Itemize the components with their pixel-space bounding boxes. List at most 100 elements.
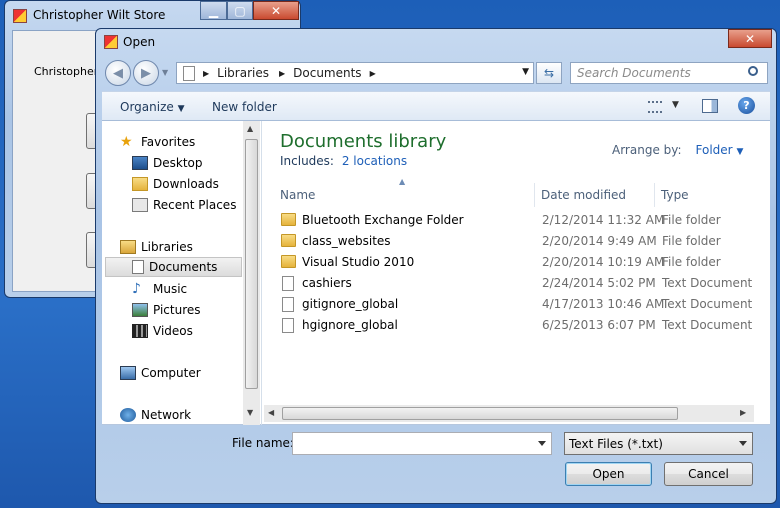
- nav-label: Downloads: [153, 177, 219, 191]
- horizontal-scrollbar[interactable]: ◀ ▶: [264, 405, 754, 422]
- breadcrumb-libraries[interactable]: Libraries: [217, 66, 269, 80]
- scroll-right-icon[interactable]: ▶: [740, 408, 746, 417]
- background-window-title: Christopher Wilt Store: [33, 8, 166, 22]
- file-date: 2/12/2014 11:32 AM: [542, 213, 665, 227]
- hscroll-thumb[interactable]: [282, 407, 678, 420]
- nav-label: Documents: [149, 260, 218, 274]
- videos-icon: [132, 324, 148, 338]
- recent-pages-chevron-icon[interactable]: ▼: [162, 68, 168, 77]
- minimize-button[interactable]: ▁: [200, 1, 227, 20]
- column-label: Type: [661, 188, 689, 202]
- dialog-content: ★ Favorites Desktop Downloads Recent Plac…: [102, 121, 770, 425]
- address-bar[interactable]: ▶ Libraries ▶ Documents ▶ ▼: [176, 62, 534, 84]
- nav-computer[interactable]: Computer: [120, 363, 201, 383]
- close-button[interactable]: ✕: [253, 1, 299, 20]
- refresh-icon[interactable]: ⇆: [536, 62, 562, 84]
- breadcrumb-separator-icon[interactable]: ▶: [279, 69, 285, 78]
- nav-libraries[interactable]: Libraries: [120, 237, 193, 257]
- open-dialog[interactable]: Open ✕ ◀ ▶ ▼ ▶ Libraries ▶ Documents ▶ ▼…: [95, 28, 777, 504]
- cancel-button[interactable]: Cancel: [664, 462, 753, 486]
- file-name: class_websites: [302, 234, 391, 248]
- file-name: Visual Studio 2010: [302, 255, 415, 269]
- scroll-thumb[interactable]: [245, 139, 258, 389]
- maximize-button[interactable]: ▢: [227, 1, 253, 20]
- computer-icon: [120, 366, 136, 380]
- file-row[interactable]: class_websites 2/20/2014 9:49 AM File fold…: [278, 231, 758, 252]
- breadcrumb-documents[interactable]: Documents: [293, 66, 361, 80]
- dialog-icon: [104, 35, 118, 49]
- file-row[interactable]: cashiers 2/24/2014 5:02 PM Text Document: [278, 273, 758, 294]
- search-input[interactable]: Search Documents: [570, 62, 768, 84]
- file-name-input[interactable]: [292, 432, 552, 455]
- nav-label: Favorites: [141, 135, 196, 149]
- file-date: 6/25/2013 6:07 PM: [542, 318, 656, 332]
- arrange-by-dropdown[interactable]: Folder ▼: [696, 143, 744, 157]
- file-name-dropdown-icon[interactable]: [538, 441, 546, 446]
- file-type: Text Document: [662, 276, 753, 290]
- arrange-by: Arrange by: Folder ▼: [612, 143, 743, 157]
- nav-label: Libraries: [141, 240, 193, 254]
- navigation-pane[interactable]: ★ Favorites Desktop Downloads Recent Plac…: [102, 121, 262, 425]
- back-icon[interactable]: ◀: [105, 60, 131, 86]
- dialog-title: Open: [123, 35, 156, 49]
- search-icon[interactable]: [748, 66, 758, 76]
- nav-label: Pictures: [153, 303, 201, 317]
- scroll-left-icon[interactable]: ◀: [268, 408, 274, 417]
- nav-favorites[interactable]: ★ Favorites: [120, 132, 195, 152]
- folder-icon: [281, 213, 296, 226]
- file-type-dropdown-icon[interactable]: [739, 441, 747, 446]
- column-date-modified[interactable]: Date modified: [535, 183, 655, 207]
- recent-places-icon: [132, 198, 148, 212]
- file-row[interactable]: Visual Studio 2010 2/20/2014 10:19 AM File…: [278, 252, 758, 273]
- nav-music[interactable]: ♪ Music: [132, 279, 187, 299]
- scroll-up-icon[interactable]: ▲: [247, 124, 253, 133]
- file-name: Bluetooth Exchange Folder: [302, 213, 464, 227]
- nav-scrollbar[interactable]: ▲ ▼: [243, 121, 260, 425]
- address-file-icon: [183, 65, 195, 81]
- file-date: 2/20/2014 10:19 AM: [542, 255, 665, 269]
- column-type[interactable]: Type: [655, 183, 755, 207]
- address-dropdown-icon[interactable]: ▼: [522, 67, 529, 77]
- nav-videos[interactable]: Videos: [132, 321, 193, 341]
- folder-icon: [281, 255, 296, 268]
- forward-icon[interactable]: ▶: [133, 60, 159, 86]
- column-name[interactable]: Name: [275, 183, 535, 207]
- nav-label: Desktop: [153, 156, 203, 170]
- new-folder-button[interactable]: New folder: [212, 100, 277, 114]
- nav-desktop[interactable]: Desktop: [132, 153, 203, 173]
- file-type-select[interactable]: Text Files (*.txt): [564, 432, 753, 455]
- libraries-icon: [120, 240, 136, 254]
- file-icon: [282, 276, 294, 291]
- nav-recent-places[interactable]: Recent Places: [132, 195, 236, 215]
- locations-link[interactable]: 2 locations: [342, 154, 407, 168]
- file-row[interactable]: hgignore_global 6/25/2013 6:07 PM Text Doc…: [278, 315, 758, 336]
- file-type: Text Document: [662, 318, 753, 332]
- arrange-by-value[interactable]: Folder: [696, 143, 733, 157]
- scroll-down-icon[interactable]: ▼: [247, 408, 253, 417]
- file-date: 2/24/2014 5:02 PM: [542, 276, 656, 290]
- column-label: Name: [280, 188, 316, 202]
- dialog-close-button[interactable]: ✕: [728, 29, 772, 48]
- star-icon: ★: [120, 134, 133, 150]
- file-type: Text Document: [662, 297, 753, 311]
- includes-label: Includes:: [280, 154, 334, 168]
- help-icon[interactable]: ?: [738, 97, 755, 114]
- nav-network[interactable]: Network: [120, 405, 191, 425]
- views-dropdown-icon[interactable]: ▼: [672, 100, 679, 110]
- folder-icon: [281, 234, 296, 247]
- breadcrumb-separator-icon[interactable]: ▶: [370, 69, 376, 78]
- organize-button[interactable]: Organize ▼: [120, 100, 185, 114]
- nav-downloads[interactable]: Downloads: [132, 174, 219, 194]
- views-icon[interactable]: [648, 101, 662, 113]
- breadcrumb-separator-icon[interactable]: ▶: [203, 69, 209, 78]
- file-type: File folder: [662, 255, 721, 269]
- address-row: ◀ ▶ ▼ ▶ Libraries ▶ Documents ▶ ▼ ⇆ Sear…: [102, 59, 770, 89]
- nav-pictures[interactable]: Pictures: [132, 300, 201, 320]
- preview-pane-icon[interactable]: [702, 99, 718, 113]
- nav-documents[interactable]: Documents: [105, 257, 242, 277]
- file-row[interactable]: gitignore_global 4/17/2013 10:46 AM Text D…: [278, 294, 758, 315]
- file-row[interactable]: Bluetooth Exchange Folder 2/12/2014 11:32…: [278, 210, 758, 231]
- nav-label: Videos: [153, 324, 193, 338]
- desktop-icon: [132, 156, 148, 170]
- open-button[interactable]: Open: [565, 462, 652, 486]
